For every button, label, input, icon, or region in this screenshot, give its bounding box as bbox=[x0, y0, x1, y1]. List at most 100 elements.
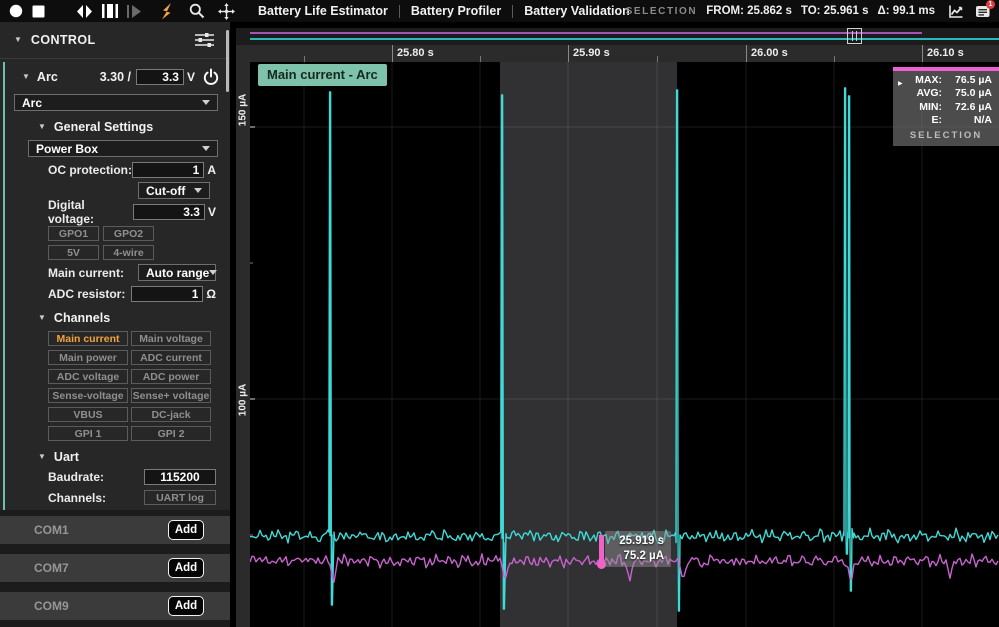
channel-adc-current[interactable]: ADC current bbox=[131, 350, 211, 365]
notes-icon[interactable]: 1 bbox=[975, 4, 991, 18]
channel-toggle-grid: Main current Main voltage Main power ADC… bbox=[48, 331, 230, 441]
main-current-range-row: Main current: Auto range bbox=[48, 264, 216, 281]
digital-voltage-input[interactable] bbox=[133, 204, 205, 220]
collapse-caret-icon[interactable]: ▼ bbox=[38, 453, 46, 461]
oc-mode-row: Cut-off bbox=[0, 182, 210, 199]
channel-main-current[interactable]: Main current bbox=[48, 331, 128, 346]
select-cursor-icon[interactable] bbox=[160, 3, 176, 20]
split-view-icon[interactable] bbox=[76, 4, 93, 19]
x-axis-tick bbox=[392, 45, 393, 62]
main-current-range-select[interactable]: Auto range bbox=[138, 264, 216, 281]
5v-toggle[interactable]: 5V bbox=[48, 245, 99, 260]
plot-area[interactable]: Main current - Arc ▶ MAX: 76.5 µA AVG: 7… bbox=[250, 62, 999, 627]
adc-resistor-input[interactable] bbox=[131, 286, 203, 302]
y-axis-label: 150 µA bbox=[238, 94, 249, 126]
time-axis[interactable]: 25.80 s25.90 s26.00 s26.10 s bbox=[236, 45, 999, 62]
tab-battery-life-estimator[interactable]: Battery Life Estimator bbox=[258, 4, 388, 18]
tool-controls bbox=[160, 0, 235, 22]
play-icon[interactable] bbox=[127, 5, 142, 18]
chart-panel: 25.80 s25.90 s26.00 s26.10 s 150 µA100 µ… bbox=[236, 22, 999, 627]
zoom-icon[interactable] bbox=[189, 3, 205, 19]
uart-log-toggle[interactable]: UART log bbox=[144, 490, 216, 505]
column-view-icon[interactable] bbox=[102, 4, 118, 18]
channel-sense-plus[interactable]: Sense+ voltage bbox=[131, 388, 211, 403]
control-sidebar: ▼ CONTROL ▼ Arc 3.30 / V Arc ▼ General S… bbox=[0, 22, 230, 627]
oc-protection-input[interactable] bbox=[132, 162, 204, 178]
stat-min: MIN: 72.6 µA bbox=[893, 101, 999, 114]
timeline-overview[interactable] bbox=[236, 28, 999, 45]
channel-adc-power[interactable]: ADC power bbox=[131, 369, 211, 384]
add-com1-button[interactable]: Add bbox=[168, 520, 204, 540]
channels-header[interactable]: ▼ Channels bbox=[38, 311, 230, 325]
selection-stats-box: ▶ MAX: 76.5 µA AVG: 75.0 µA MIN: 72.6 µA… bbox=[893, 67, 999, 146]
stat-avg: AVG: 75.0 µA bbox=[893, 87, 999, 100]
stats-footer: SELECTION bbox=[893, 128, 999, 141]
supply-select[interactable]: Power Box bbox=[28, 140, 218, 157]
device-select[interactable]: Arc bbox=[14, 94, 218, 111]
settings-sliders-icon[interactable] bbox=[195, 32, 214, 48]
tooltip-time: 25.919 s bbox=[612, 534, 664, 549]
adc-resistor-row: ADC resistor: Ω bbox=[48, 285, 216, 302]
device-row: ▼ Arc 3.30 / V bbox=[22, 68, 220, 86]
sidebar-scrollbar[interactable] bbox=[226, 30, 229, 92]
uart-header[interactable]: ▼ Uart bbox=[38, 450, 230, 464]
digital-voltage-row: Digital voltage: V bbox=[48, 203, 216, 220]
stat-max: MAX: 76.5 µA bbox=[893, 74, 999, 87]
channel-gpi2[interactable]: GPI 2 bbox=[131, 426, 211, 441]
com-port-name: COM1 bbox=[34, 523, 168, 537]
collapse-caret-icon[interactable]: ▼ bbox=[38, 123, 46, 131]
main-tabs: Battery Life Estimator Battery Profiler … bbox=[258, 0, 630, 22]
record-icon[interactable] bbox=[9, 4, 23, 18]
gpo1-toggle[interactable]: GPO1 bbox=[48, 226, 99, 241]
pan-icon[interactable] bbox=[218, 3, 235, 20]
tab-battery-validation[interactable]: Battery Validation bbox=[524, 4, 630, 18]
x-axis-label: 25.90 s bbox=[573, 47, 610, 59]
channel-main-voltage[interactable]: Main voltage bbox=[131, 331, 211, 346]
playhead-marker-icon: ▶ bbox=[898, 80, 903, 87]
gpo-toggles: GPO1 GPO2 5V 4-wire bbox=[48, 226, 230, 260]
com-port-row: COM1 Add bbox=[0, 516, 230, 544]
tab-separator bbox=[512, 5, 513, 18]
legend-main-current[interactable]: Main current - Arc bbox=[258, 64, 387, 86]
collapse-caret-icon[interactable]: ▼ bbox=[14, 36, 22, 44]
baudrate-row: Baudrate: bbox=[48, 468, 216, 485]
oc-mode-select[interactable]: Cut-off bbox=[138, 182, 210, 199]
channel-vbus[interactable]: VBUS bbox=[48, 407, 128, 422]
voltage-input[interactable] bbox=[136, 69, 184, 85]
selection-delta: Δ: 99.1 ms bbox=[877, 5, 935, 17]
general-settings-header[interactable]: ▼ General Settings bbox=[38, 120, 230, 134]
power-button[interactable] bbox=[202, 68, 220, 86]
x-axis-tick bbox=[922, 45, 923, 62]
tab-separator bbox=[399, 5, 400, 18]
collapse-caret-icon[interactable]: ▼ bbox=[38, 314, 46, 322]
y-axis-label: 100 µA bbox=[238, 384, 249, 416]
oc-protection-row: OC protection: A bbox=[48, 161, 216, 178]
4wire-toggle[interactable]: 4-wire bbox=[103, 245, 154, 260]
add-com9-button[interactable]: Add bbox=[168, 596, 204, 616]
control-header[interactable]: ▼ CONTROL bbox=[0, 22, 230, 59]
channel-adc-voltage[interactable]: ADC voltage bbox=[48, 369, 128, 384]
stop-icon[interactable] bbox=[32, 5, 45, 18]
current-axis[interactable]: 150 µA 100 µA bbox=[236, 62, 250, 627]
cursor-tooltip: 25.919 s 75.2 µA bbox=[605, 531, 671, 567]
selection-from: FROM: 25.862 s bbox=[706, 5, 792, 17]
baudrate-input[interactable] bbox=[144, 469, 216, 485]
overview-magenta-trace bbox=[250, 32, 922, 34]
overview-cyan-trace bbox=[250, 38, 999, 40]
channel-main-power[interactable]: Main power bbox=[48, 350, 128, 365]
channel-dc-jack[interactable]: DC-jack bbox=[131, 407, 211, 422]
x-axis-tick bbox=[568, 45, 569, 62]
add-com7-button[interactable]: Add bbox=[168, 558, 204, 578]
collapse-caret-icon[interactable]: ▼ bbox=[22, 73, 30, 81]
viewport-handle[interactable] bbox=[847, 28, 862, 44]
com-port-name: COM7 bbox=[34, 561, 168, 575]
notes-badge: 1 bbox=[986, 0, 995, 9]
channel-sense-minus[interactable]: Sense-voltage bbox=[48, 388, 128, 403]
channel-gpi1[interactable]: GPI 1 bbox=[48, 426, 128, 441]
selection-label: SELECTION bbox=[626, 6, 698, 17]
analytics-icon[interactable] bbox=[948, 4, 964, 19]
measured-voltage: 3.30 / bbox=[100, 70, 131, 84]
gpo2-toggle[interactable]: GPO2 bbox=[103, 226, 154, 241]
x-axis-label: 26.00 s bbox=[751, 47, 788, 59]
tab-battery-profiler[interactable]: Battery Profiler bbox=[411, 4, 501, 18]
